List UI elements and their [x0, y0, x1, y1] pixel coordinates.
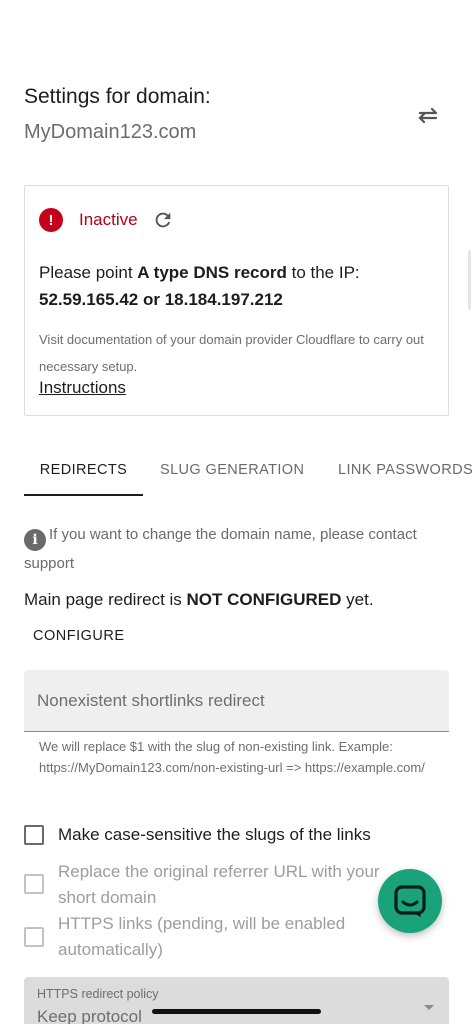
chat-icon [394, 885, 426, 917]
redirect-helper-text: We will replace $1 with the slug of non-… [39, 739, 425, 775]
https-redirect-policy-select[interactable]: HTTPS redirect policy Keep protocol [24, 977, 449, 1024]
error-icon: ! [39, 208, 63, 232]
documentation-note: Visit documentation of your domain provi… [39, 332, 424, 374]
main-redirect-prefix: Main page redirect is [24, 590, 187, 609]
switch-domain-button[interactable] [414, 104, 442, 126]
tab-slug-generation[interactable]: SLUG GENERATION [160, 446, 304, 496]
nonexistent-redirect-input[interactable] [24, 670, 449, 731]
status-label: Inactive [79, 210, 138, 229]
swap-arrows-icon [418, 107, 438, 124]
chat-support-button[interactable] [378, 869, 442, 933]
main-redirect-suffix: yet. [341, 590, 374, 609]
domain-name: MyDomain123.com [24, 121, 197, 143]
active-tab-indicator [24, 494, 143, 496]
tab-link-passwords[interactable]: LINK PASSWORDS [338, 446, 473, 496]
ip-addresses: 52.59.165.42 or 18.184.197.212 [39, 290, 283, 309]
https-policy-label: HTTPS redirect policy [37, 987, 159, 1001]
refresh-button[interactable] [152, 209, 174, 231]
record-type: A type DNS record [137, 263, 287, 282]
https-links-checkbox [24, 927, 44, 947]
status-row: ! Inactive [39, 208, 174, 232]
dropdown-arrow-icon [424, 1005, 434, 1010]
instructions-link[interactable]: Instructions [39, 378, 126, 398]
domain-settings-page: Settings for domain: MyDomain123.com ! I… [0, 0, 473, 1024]
nonexistent-redirect-field [24, 670, 449, 732]
dns-instruction-prefix: Please point [39, 263, 138, 282]
info-icon: i [24, 529, 46, 551]
info-text: If you want to change the domain name, p… [24, 526, 417, 572]
main-redirect-status: Main page redirect is NOT CONFIGURED yet… [24, 590, 374, 610]
tab-redirects[interactable]: REDIRECTS [24, 446, 143, 496]
https-links-row: HTTPS links (pending, will be enabled au… [24, 911, 404, 963]
domain-change-info: i If you want to change the domain name, … [24, 522, 449, 577]
replace-referrer-label: Replace the original referrer URL with y… [58, 862, 380, 907]
scrollbar-thumb[interactable] [468, 250, 471, 310]
https-policy-value: Keep protocol [37, 1007, 142, 1024]
dns-status-card: ! Inactive Please point A type DNS recor… [24, 185, 449, 416]
page-title: Settings for domain: [24, 85, 211, 108]
home-indicator[interactable] [152, 1009, 321, 1014]
dns-instruction-suffix: to the IP: [286, 263, 360, 282]
replace-referrer-row: Replace the original referrer URL with y… [24, 859, 404, 911]
replace-referrer-checkbox [24, 874, 44, 894]
case-sensitive-row[interactable]: Make case-sensitive the slugs of the lin… [24, 822, 404, 848]
configure-button[interactable]: CONFIGURE [24, 620, 134, 652]
case-sensitive-checkbox[interactable] [24, 825, 44, 845]
case-sensitive-label: Make case-sensitive the slugs of the lin… [58, 825, 371, 844]
page-header: Settings for domain: MyDomain123.com [24, 84, 449, 144]
dns-instruction-text: Please point A type DNS record to the IP… [39, 259, 439, 313]
settings-tabs: REDIRECTS SLUG GENERATION LINK PASSWORDS [24, 446, 473, 496]
https-links-label: HTTPS links (pending, will be enabled au… [58, 914, 346, 959]
refresh-icon [155, 212, 170, 228]
main-redirect-state: NOT CONFIGURED [186, 590, 342, 609]
